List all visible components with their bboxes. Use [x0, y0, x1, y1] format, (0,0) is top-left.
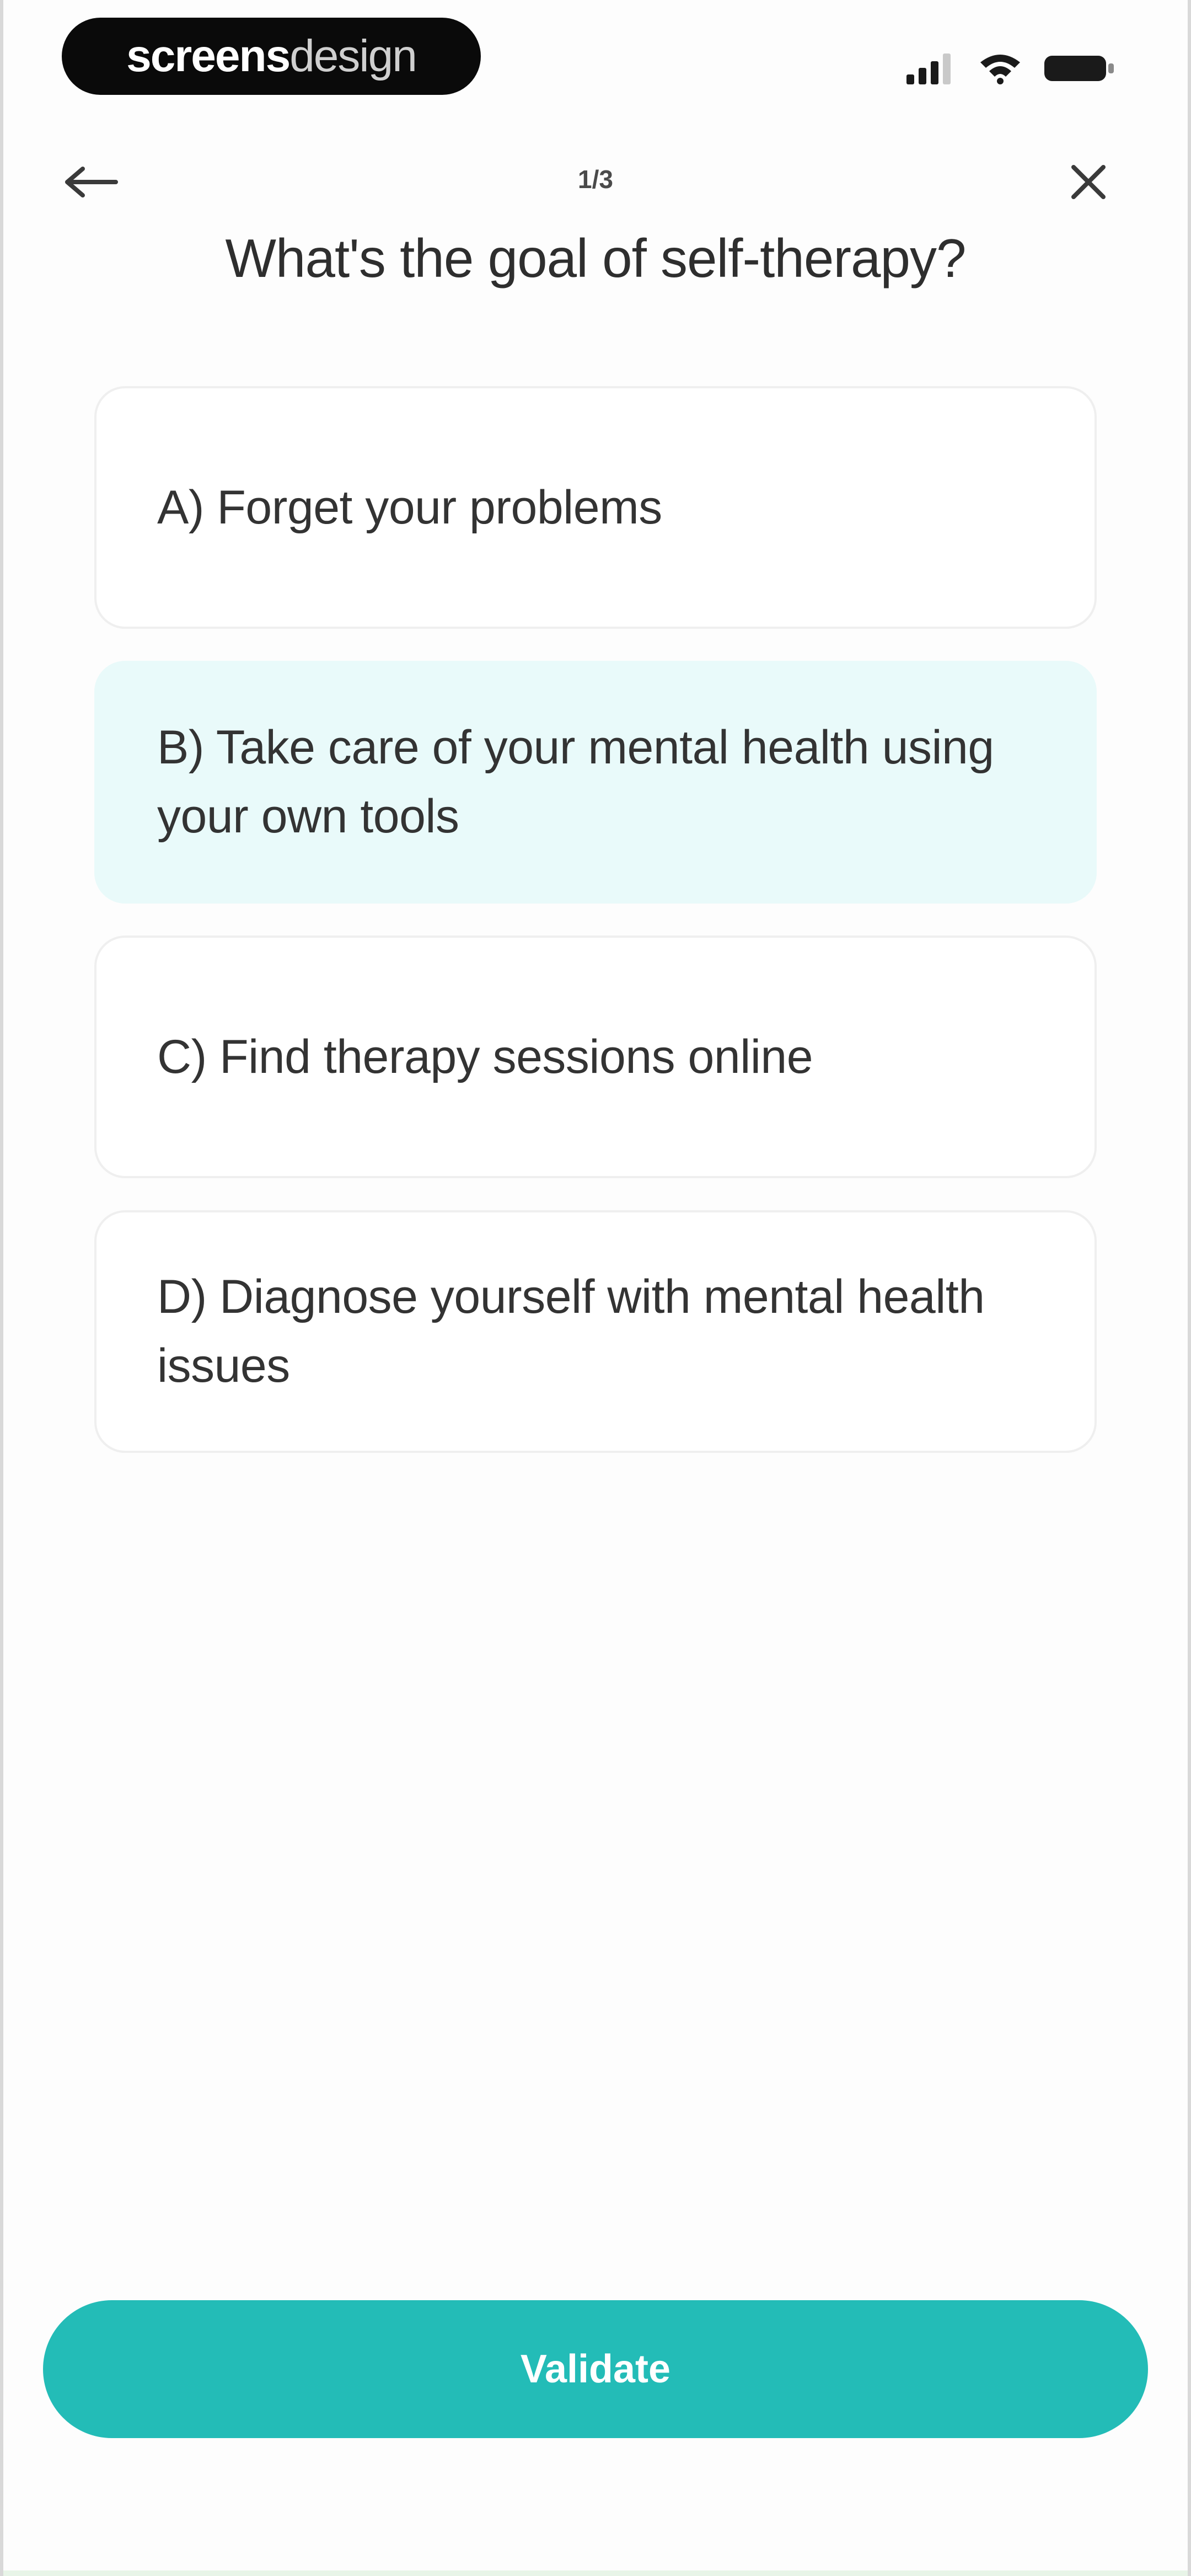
option-label: C) Find therapy sessions online	[157, 1030, 813, 1083]
battery-icon	[1044, 51, 1116, 87]
validate-button[interactable]: Validate	[43, 2300, 1148, 2438]
answer-options: A) Forget your problems B) Take care of …	[94, 386, 1097, 1453]
watermark-part2: design	[289, 31, 417, 81]
bottom-edge	[3, 2570, 1188, 2576]
wifi-icon	[978, 51, 1022, 87]
watermark-part1: screens	[126, 31, 291, 81]
signal-icon	[906, 51, 956, 87]
status-icons	[906, 50, 1116, 88]
close-icon	[1071, 165, 1106, 199]
option-b[interactable]: B) Take care of your mental health using…	[94, 661, 1097, 904]
screensdesign-watermark: screens design	[62, 18, 481, 95]
close-button[interactable]	[1055, 149, 1122, 215]
quiz-screen: screens design 1/3 What's the goal of se…	[0, 0, 1191, 2576]
question-title: What's the goal of self-therapy?	[225, 228, 966, 288]
option-label: D) Diagnose yourself with mental health …	[157, 1270, 985, 1392]
option-d[interactable]: D) Diagnose yourself with mental health …	[94, 1210, 1097, 1453]
progress-indicator: 1/3	[578, 165, 613, 194]
option-label: A) Forget your problems	[157, 480, 662, 534]
option-label: B) Take care of your mental health using…	[157, 721, 994, 843]
option-c[interactable]: C) Find therapy sessions online	[94, 936, 1097, 1178]
option-a[interactable]: A) Forget your problems	[94, 386, 1097, 629]
